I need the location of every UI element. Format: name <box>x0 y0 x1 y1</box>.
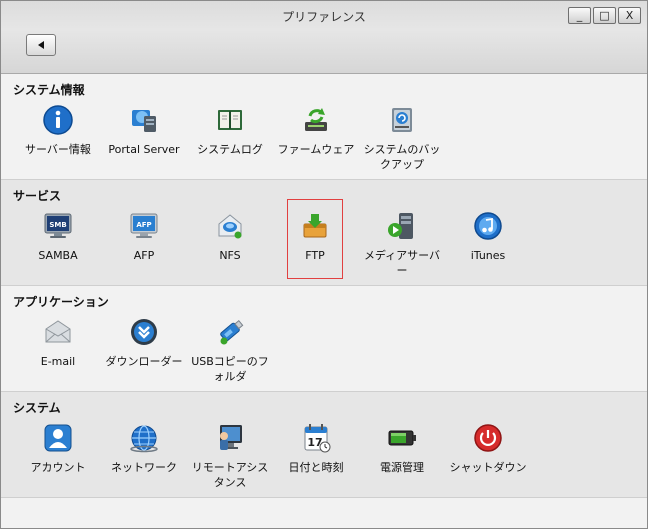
minimize-icon: _ <box>576 9 583 22</box>
item-afp[interactable]: AFP AFP <box>102 210 186 263</box>
window-title: プリファレンス <box>282 10 366 24</box>
item-account[interactable]: アカウント <box>16 422 100 475</box>
afp-icon: AFP <box>130 213 158 238</box>
item-nfs[interactable]: NFS <box>188 210 272 263</box>
section-title: システム <box>13 401 61 415</box>
item-firmware[interactable]: ファームウェア <box>274 104 358 157</box>
usb-copy-icon <box>220 319 244 345</box>
item-label: ネットワーク <box>111 461 177 474</box>
maximize-button[interactable]: □ <box>593 7 616 24</box>
media-server-icon <box>388 213 413 239</box>
close-icon: X <box>625 9 634 22</box>
item-label: アカウント <box>30 461 86 474</box>
downloader-icon <box>131 319 157 345</box>
item-label: USBコピーのフォルダ <box>191 355 269 383</box>
section-applications: アプリケーション E-mail ダウンローダー USBコピーのフォルダ <box>1 286 647 392</box>
item-label: ダウンローダー <box>105 355 183 368</box>
item-label: FTP <box>305 249 325 262</box>
item-media-server[interactable]: メディアサーバー <box>360 210 444 278</box>
title-bar: プリファレンス _ □ X <box>1 1 647 74</box>
item-label: メディアサーバー <box>363 249 441 277</box>
samba-badge: SMB <box>49 221 66 229</box>
item-downloader[interactable]: ダウンローダー <box>102 316 186 369</box>
item-label: システムのバックアップ <box>363 143 441 171</box>
nfs-icon <box>218 214 242 239</box>
portal-server-icon <box>132 110 156 132</box>
remote-assistance-icon <box>220 425 242 450</box>
info-icon <box>43 105 73 135</box>
item-label: SAMBA <box>38 249 78 262</box>
item-label: iTunes <box>470 249 506 262</box>
window-controls: _ □ X <box>568 7 641 24</box>
itunes-icon <box>474 212 502 240</box>
section-services: サービス SMB SAMBA AFP AFP NFS FTP メディアサーバー … <box>1 180 647 286</box>
item-itunes[interactable]: iTunes <box>446 210 530 263</box>
item-system-backup[interactable]: システムのバックアップ <box>360 104 444 172</box>
network-icon <box>130 425 158 453</box>
calendar-icon: 17 <box>304 424 331 453</box>
item-portal-server[interactable]: Portal Server <box>102 104 186 157</box>
section-title: システム情報 <box>13 83 85 97</box>
maximize-icon: □ <box>599 9 610 22</box>
footer-strip <box>1 498 647 528</box>
item-samba[interactable]: SMB SAMBA <box>16 210 100 263</box>
item-email[interactable]: E-mail <box>16 316 100 369</box>
item-label: 日付と時刻 <box>288 461 344 474</box>
item-label: サーバー情報 <box>25 143 91 156</box>
section-title: サービス <box>13 189 62 203</box>
item-usb-copy-folder[interactable]: USBコピーのフォルダ <box>188 316 272 384</box>
item-network[interactable]: ネットワーク <box>102 422 186 475</box>
item-date-time[interactable]: 17 日付と時刻 <box>274 422 358 475</box>
samba-icon: SMB <box>44 213 72 238</box>
firmware-update-icon <box>305 108 327 131</box>
ftp-icon <box>303 214 327 238</box>
section-system-info: システム情報 サーバー情報 Portal Server システムログ ファームウ… <box>1 74 647 180</box>
afp-badge: AFP <box>136 221 151 229</box>
backup-icon <box>392 108 412 132</box>
item-power-management[interactable]: 電源管理 <box>360 422 444 475</box>
section-system: システム アカウント ネットワーク リモートアシスタンス 17 日付と時刻 電源… <box>1 392 647 498</box>
item-ftp[interactable]: FTP <box>287 199 343 279</box>
item-system-log[interactable]: システムログ <box>188 104 272 157</box>
item-label: AFP <box>133 249 155 262</box>
item-label: E-mail <box>40 355 76 368</box>
item-server-info[interactable]: サーバー情報 <box>16 104 100 157</box>
item-shutdown[interactable]: シャットダウン <box>446 422 530 475</box>
log-book-icon <box>218 110 242 130</box>
item-label: リモートアシスタンス <box>191 461 269 489</box>
preferences-window: プリファレンス _ □ X システム情報 サーバー情報 Portal Serve… <box>0 0 648 529</box>
account-icon <box>44 424 72 452</box>
item-label: Portal Server <box>108 143 180 156</box>
item-label: 電源管理 <box>380 461 424 474</box>
back-button[interactable] <box>26 34 56 56</box>
item-label: システムログ <box>197 143 263 156</box>
power-icon <box>474 424 502 452</box>
item-label: シャットダウン <box>449 461 527 474</box>
item-label: NFS <box>219 249 241 262</box>
email-icon <box>45 320 71 343</box>
close-button[interactable]: X <box>618 7 641 24</box>
section-title: アプリケーション <box>13 295 109 309</box>
minimize-button[interactable]: _ <box>568 7 591 24</box>
item-label: ファームウェア <box>277 143 355 156</box>
item-remote-assistance[interactable]: リモートアシスタンス <box>188 422 272 490</box>
back-arrow-icon <box>38 41 44 49</box>
battery-icon <box>388 430 416 446</box>
